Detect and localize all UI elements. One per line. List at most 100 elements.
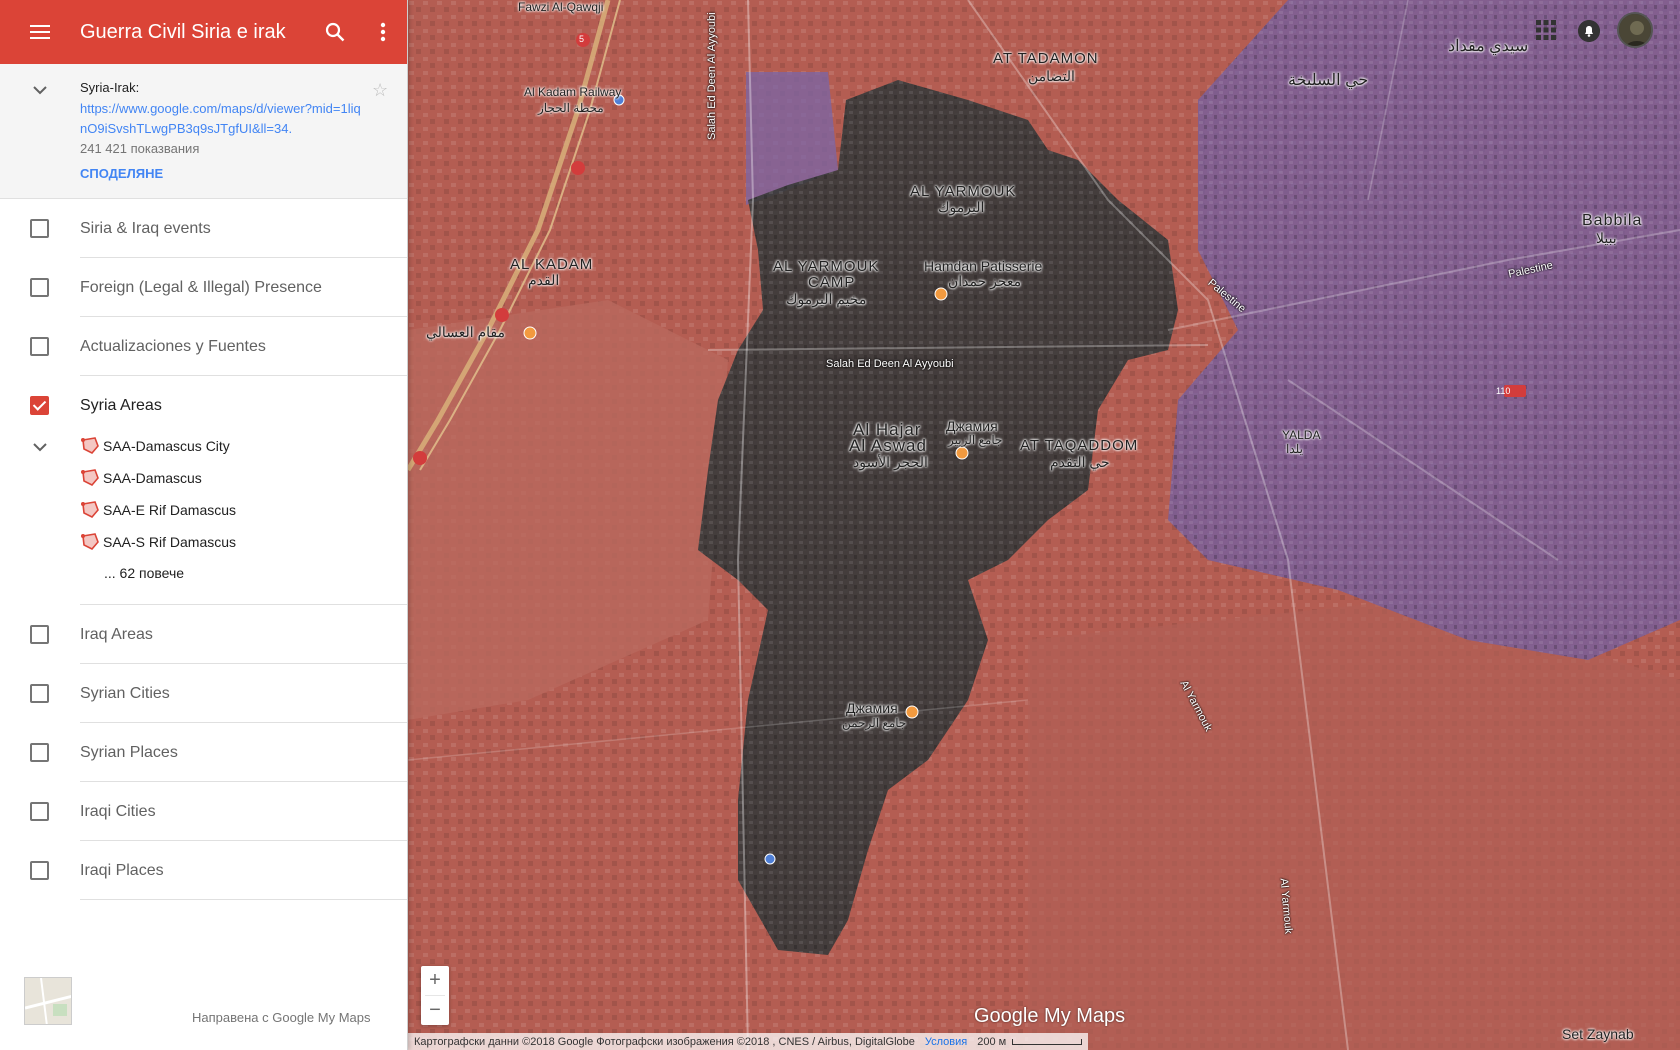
zoom-in-button[interactable]: + — [421, 966, 449, 995]
menu-button[interactable] — [0, 0, 80, 64]
layer-name: Syrian Places — [80, 743, 178, 761]
feature-name: SAA-E Rif Damascus — [103, 502, 237, 518]
map-label: سيدي مقداد — [1448, 38, 1529, 55]
layer-checkbox-checked[interactable] — [30, 396, 49, 415]
google-my-maps-logo: Google My Maps — [974, 1005, 1126, 1027]
scale-label: 200 м — [977, 1035, 1007, 1048]
share-button[interactable]: СПОДЕЛЯНЕ — [80, 166, 163, 181]
map-label: جامع الزبير — [948, 433, 1003, 447]
layer-syrian-places[interactable]: Syrian Places — [0, 723, 407, 782]
notifications-bell-icon[interactable] — [1578, 20, 1600, 42]
map-label: يلدا — [1286, 442, 1303, 456]
more-vert-icon — [380, 22, 386, 42]
route-label: 110 — [1496, 386, 1511, 396]
feature-item[interactable]: SAA-E Rif Damascus — [80, 499, 236, 521]
layer-name: Siria & Iraq events — [80, 219, 211, 237]
map-label: AL KADAM — [510, 256, 594, 273]
layer-name: Syria Areas — [80, 396, 162, 414]
map-label: حي التقدم — [1050, 454, 1110, 470]
map-label: مخيم اليرموك — [786, 291, 867, 307]
layer-checkbox[interactable] — [30, 219, 49, 238]
menu-icon — [30, 25, 50, 39]
polygon-pin-icon — [81, 501, 99, 518]
layer-iraq-areas[interactable]: Iraq Areas — [0, 605, 407, 664]
polygon-pin-icon — [81, 533, 99, 550]
layer-checkbox[interactable] — [30, 278, 49, 297]
map-label: مقام العسالي — [426, 324, 506, 340]
layer-checkbox[interactable] — [30, 625, 49, 644]
polygon-pin-icon — [81, 437, 99, 454]
layer-siria-iraq-events[interactable]: Siria & Iraq events — [0, 199, 407, 258]
feature-name: SAA-Damascus City — [103, 438, 230, 454]
map-label: Set Zaynab — [1562, 1026, 1634, 1042]
map-label: اليرموك — [938, 199, 985, 215]
divider — [80, 899, 407, 900]
info-url-link[interactable]: https://www.google.com/maps/d/viewer?mid… — [80, 99, 365, 139]
route-label: 5 — [579, 34, 585, 44]
apps-grid-icon[interactable] — [1534, 18, 1558, 42]
map-label: Fawzi Al-Qawqji — [518, 0, 604, 14]
map-label: AT TADAMON — [993, 50, 1099, 67]
map-label: Hamdan Patisserie — [924, 258, 1043, 274]
layer-name: Iraqi Cities — [80, 802, 156, 820]
feature-item[interactable]: SAA-S Rif Damascus — [80, 531, 236, 553]
map-label: Джамия — [946, 418, 998, 434]
view-count: 241 421 показвания — [80, 141, 200, 156]
scale-bar — [1012, 1038, 1083, 1045]
layer-name: Actualizaciones y Fuentes — [80, 337, 266, 355]
map-label: الحجر الأسود — [853, 454, 928, 470]
layer-checkbox[interactable] — [30, 861, 49, 880]
layer-name: Foreign (Legal & Illegal) Presence — [80, 278, 322, 296]
layer-checkbox[interactable] — [30, 743, 49, 762]
feature-name: SAA-S Rif Damascus — [103, 534, 237, 550]
terms-link[interactable]: Условия — [925, 1036, 967, 1048]
feature-item[interactable]: SAA-Damascus — [80, 467, 202, 489]
map-label: YALDA — [1282, 428, 1321, 442]
attribution-text: Картографски данни ©2018 Google Фотограф… — [414, 1035, 915, 1048]
basemap-thumbnail-icon — [25, 978, 71, 1024]
map-label: Al Aswad — [849, 436, 927, 455]
more-items-link[interactable]: ... 62 повече — [104, 565, 184, 581]
chevron-down-icon — [33, 85, 47, 94]
layer-name: Syrian Cities — [80, 684, 170, 702]
layer-iraqi-places[interactable]: Iraqi Places — [0, 841, 407, 900]
map-label: القدم — [528, 272, 560, 288]
map-label: AL YARMOUK — [910, 183, 1017, 200]
layer-checkbox[interactable] — [30, 337, 49, 356]
layer-foreign-presence[interactable]: Foreign (Legal & Illegal) Presence — [0, 258, 407, 317]
layer-name: Iraqi Places — [80, 861, 164, 879]
layer-checkbox[interactable] — [30, 684, 49, 703]
layer-syrian-cities[interactable]: Syrian Cities — [0, 664, 407, 723]
map-label: AT TAQADDOM — [1020, 437, 1139, 454]
map-title: Guerra Civil Siria e irak — [80, 20, 286, 43]
layer-name: Iraq Areas — [80, 625, 153, 643]
star-icon[interactable]: ☆ — [372, 80, 388, 101]
zoom-controls: + − — [421, 966, 449, 1025]
account-avatar[interactable] — [1617, 12, 1653, 48]
map-label: Al Kadam Railway — [524, 85, 622, 99]
map-label: جامع الرحمن — [842, 716, 907, 730]
map-label: Джамия — [846, 700, 898, 716]
info-title: Syria-Irak: — [80, 80, 140, 95]
zoom-out-button[interactable]: − — [421, 996, 449, 1025]
layer-syria-areas[interactable]: Syria Areas — [0, 376, 407, 435]
map-label: AL YARMOUK — [773, 258, 880, 275]
info-collapse-button[interactable] — [28, 78, 52, 102]
app-header: Guerra Civil Siria e irak — [0, 0, 407, 64]
map-label: التضامن — [1028, 68, 1075, 84]
layer-checkbox[interactable] — [30, 802, 49, 821]
street-label: Salah Ed Deen Al Ayyoubi — [826, 358, 954, 370]
map-label: معجز حمدان — [948, 273, 1022, 289]
layer-iraqi-cities[interactable]: Iraqi Cities — [0, 782, 407, 841]
more-options-button[interactable] — [359, 0, 407, 64]
feature-item[interactable]: SAA-Damascus City — [80, 435, 230, 457]
basemap-thumbnail-button[interactable] — [24, 977, 72, 1025]
search-button[interactable] — [311, 0, 359, 64]
syria-areas-collapse-button[interactable] — [28, 435, 52, 459]
map-attribution: Картографски данни ©2018 Google Фотограф… — [408, 1033, 1089, 1050]
map-label: CAMP — [808, 274, 856, 291]
street-label: Salah Ed Deen Al Ayyoubi — [706, 12, 718, 140]
layer-actualizaciones[interactable]: Actualizaciones y Fuentes — [0, 317, 407, 376]
chevron-down-icon — [33, 442, 47, 451]
map-canvas[interactable]: AT TADAMON التضامن AL YARMOUK اليرموك AL… — [408, 0, 1680, 1050]
